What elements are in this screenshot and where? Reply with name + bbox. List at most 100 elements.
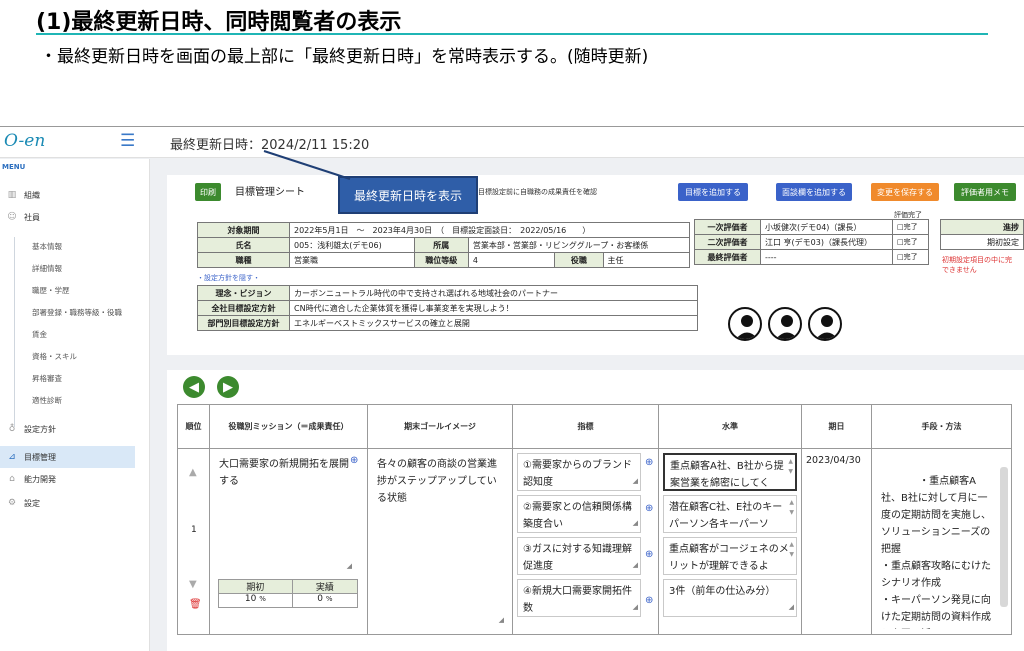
- resize-grip-icon[interactable]: ◢: [633, 515, 638, 532]
- toggle-policy-link[interactable]: ・設定方針を隠す・: [197, 273, 260, 283]
- sidebar-item-label: 能力開発: [24, 474, 56, 484]
- method-text: ・重点顧客A社、B社に対して月に一度の定期訪問を実施し、ソリューションニーズの把…: [881, 476, 991, 623]
- dept-value: 営業本部・営業部・リビンググループ・お客様係: [467, 237, 691, 253]
- period-label: 対象期間: [197, 222, 290, 238]
- scroll-arrows-icon[interactable]: ▲ ▼: [789, 498, 794, 518]
- slide-subtitle: ・最終更新日時を画面の最上部に「最終更新日時」を常時表示する。(随時更新): [40, 47, 649, 67]
- people-icon: ☺: [7, 212, 17, 222]
- grade-label: 職位等級: [413, 252, 469, 268]
- sidebar-item-label: 目標管理: [24, 452, 56, 462]
- goal-image-cell: 各々の顧客の商談の営業進捗がステップアップしている状態 ◢: [367, 448, 513, 635]
- sidebar-item-settings[interactable]: ⚙ 設定: [6, 495, 40, 511]
- viewer-avatar-icon[interactable]: [768, 307, 802, 341]
- resize-grip-icon[interactable]: ◢: [633, 557, 638, 574]
- second-evaluator-label: 二次評価者: [694, 234, 761, 250]
- resize-grip-icon[interactable]: ◢: [347, 558, 352, 575]
- move-down-icon[interactable]: ▼: [189, 579, 197, 590]
- sidebar-subitem-promotion[interactable]: 昇格審査: [32, 373, 62, 384]
- job-value: 営業職: [289, 252, 415, 268]
- weight-initial-header: 期初: [218, 579, 293, 594]
- mission-text: 大口需要家の新規開拓を展開する: [219, 459, 349, 487]
- app-window: O-en ☰ 最終更新日時：2024/2/11 15:20 MENU ▥ 組織 …: [0, 126, 1024, 651]
- add-circle-icon[interactable]: ⊕: [645, 595, 653, 606]
- role-label: 役職: [554, 252, 604, 268]
- sidebar-item-label: 組織: [24, 190, 40, 200]
- sidebar-subitem-basic-info[interactable]: 基本情報: [32, 241, 62, 252]
- grade-value: 4: [467, 252, 556, 268]
- sidebar-item-organization[interactable]: ▥ 組織: [6, 187, 40, 203]
- weight-actual-header: 実績: [291, 579, 359, 594]
- next-arrow-button[interactable]: ▶: [217, 376, 239, 398]
- viewer-avatar-icon[interactable]: [808, 307, 842, 341]
- second-evaluator-value: 江口 亨(デモ03)（課長代理）: [760, 234, 893, 250]
- policy-label: 全社目標設定方針: [197, 300, 290, 316]
- indicator-textarea-1[interactable]: ①需要家からのブランド認知度 ◢: [517, 453, 641, 491]
- policy-value: エネルギーベストミックスサービスの確立と展開: [289, 315, 698, 331]
- first-evaluator-complete-checkbox[interactable]: □完了: [892, 219, 929, 235]
- trash-icon[interactable]: 🗑: [189, 599, 202, 610]
- header-goal-image: 期末ゴールイメージ: [367, 404, 513, 449]
- header-method: 手段・方法: [871, 404, 1012, 449]
- add-goal-button[interactable]: 目標を追加する: [678, 183, 748, 201]
- method-scrollbar[interactable]: [1000, 467, 1008, 607]
- weight-actual-input[interactable]: 0 %: [291, 593, 359, 608]
- move-up-icon[interactable]: ▲: [189, 467, 197, 478]
- title-underline: [36, 33, 988, 35]
- add-circle-icon[interactable]: ⊕: [350, 455, 358, 466]
- policy-label: 理念・ビジョン: [197, 285, 290, 301]
- save-changes-button[interactable]: 変更を保存する: [871, 183, 939, 201]
- mission-textarea[interactable]: 大口需要家の新規開拓を展開する ◢: [214, 453, 354, 575]
- sidebar-item-employees[interactable]: ☺ 社員: [6, 209, 40, 225]
- add-circle-icon[interactable]: ⊕: [645, 549, 653, 560]
- add-interview-button[interactable]: 面談欄を追加する: [776, 183, 852, 201]
- goals-table: 順位 役職別ミッション（＝成果責任） 期末ゴールイメージ 指標 水準 期日 手段…: [177, 404, 1012, 635]
- app-logo[interactable]: O-en: [4, 131, 45, 151]
- resize-grip-icon[interactable]: ◢: [633, 473, 638, 490]
- weight-table: 期初 実績 10 % 0 %: [218, 579, 359, 608]
- sidebar-subitem-salary[interactable]: 賃金: [32, 329, 47, 340]
- role-value: 主任: [602, 252, 691, 268]
- building-icon: ▥: [7, 190, 17, 200]
- sidebar-subitem-dept-registration[interactable]: 部署登録・職務等級・役職: [32, 307, 122, 318]
- slide-title: (1)最終更新日時、同時閲覧者の表示: [36, 10, 402, 35]
- bulb-icon: ♁: [8, 424, 16, 434]
- level-textarea-3[interactable]: 重点顧客がコージェネのメリットが理解できるよ ▲ ▼: [663, 537, 797, 575]
- sidebar-item-goal-management[interactable]: ⊿ 目標管理: [6, 449, 56, 465]
- level-textarea-4[interactable]: 3件（前年の仕込み分） ◢: [663, 579, 797, 617]
- goals-table-header: 順位 役職別ミッション（＝成果責任） 期末ゴールイメージ 指標 水準 期日 手段…: [177, 404, 1012, 449]
- sidebar-item-policy[interactable]: ♁ 設定方針: [6, 421, 56, 437]
- level-textarea-1[interactable]: 重点顧客A社、B社から提案営業を綿密にしてく ▲ ▼: [663, 453, 797, 491]
- resize-grip-icon[interactable]: ◢: [633, 599, 638, 616]
- sidebar-subitem-skills[interactable]: 資格・スキル: [32, 351, 77, 362]
- add-circle-icon[interactable]: ⊕: [645, 457, 653, 468]
- goal-image-textarea[interactable]: 各々の顧客の商談の営業進捗がステップアップしている状態 ◢: [372, 453, 506, 629]
- confirm-responsibility-link[interactable]: 目標設定前に自職務の成果責任を確認: [478, 187, 597, 197]
- resize-grip-icon[interactable]: ◢: [789, 599, 794, 616]
- mission-cell: 大口需要家の新規開拓を展開する ◢ ⊕ 期初 実績 10 % 0 %: [209, 448, 368, 635]
- previous-arrow-button[interactable]: ◀: [183, 376, 205, 398]
- sidebar-subitem-detail-info[interactable]: 詳細情報: [32, 263, 62, 274]
- weight-initial-input[interactable]: 10 %: [218, 593, 293, 608]
- viewer-avatar-icon[interactable]: [728, 307, 762, 341]
- second-evaluator-complete-checkbox[interactable]: □完了: [892, 234, 929, 250]
- final-evaluator-complete-checkbox[interactable]: □完了: [892, 249, 929, 265]
- scroll-arrows-icon[interactable]: ▲ ▼: [789, 540, 794, 560]
- sidebar-subitem-career[interactable]: 職歴・学歴: [32, 285, 70, 296]
- resize-grip-icon[interactable]: ◢: [499, 612, 504, 629]
- add-circle-icon[interactable]: ⊕: [645, 503, 653, 514]
- hamburger-menu-icon[interactable]: ☰: [120, 131, 135, 151]
- scroll-arrows-icon[interactable]: ▲ ▼: [788, 457, 793, 477]
- indicator-textarea-4[interactable]: ④新規大口需要家開拓件数 ◢: [517, 579, 641, 617]
- sidebar-item-development[interactable]: ⌂ 能力開発: [6, 471, 56, 487]
- evaluator-memo-button[interactable]: 評価者用メモ: [954, 183, 1016, 201]
- method-textarea[interactable]: ・重点顧客A社、B社に対して月に一度の定期訪問を実施し、ソリューションニーズの把…: [876, 453, 1006, 629]
- level-text: 3件（前年の仕込み分）: [669, 586, 776, 597]
- sidebar-subitem-aptitude[interactable]: 適性診断: [32, 395, 62, 406]
- due-date-value[interactable]: 2023/04/30: [802, 449, 871, 472]
- indicator-textarea-2[interactable]: ②需要家との信頼関係構築度合い ◢: [517, 495, 641, 533]
- indicator-textarea-3[interactable]: ③ガスに対する知識理解促進度 ◢: [517, 537, 641, 575]
- print-button[interactable]: 印刷: [195, 183, 221, 201]
- final-evaluator-value: ----: [760, 249, 893, 265]
- level-textarea-2[interactable]: 潜在顧客C社、E社のキーパーソン各キーパーソ ▲ ▼: [663, 495, 797, 533]
- first-evaluator-value: 小坂健次(デモ04)（課長）: [760, 219, 893, 235]
